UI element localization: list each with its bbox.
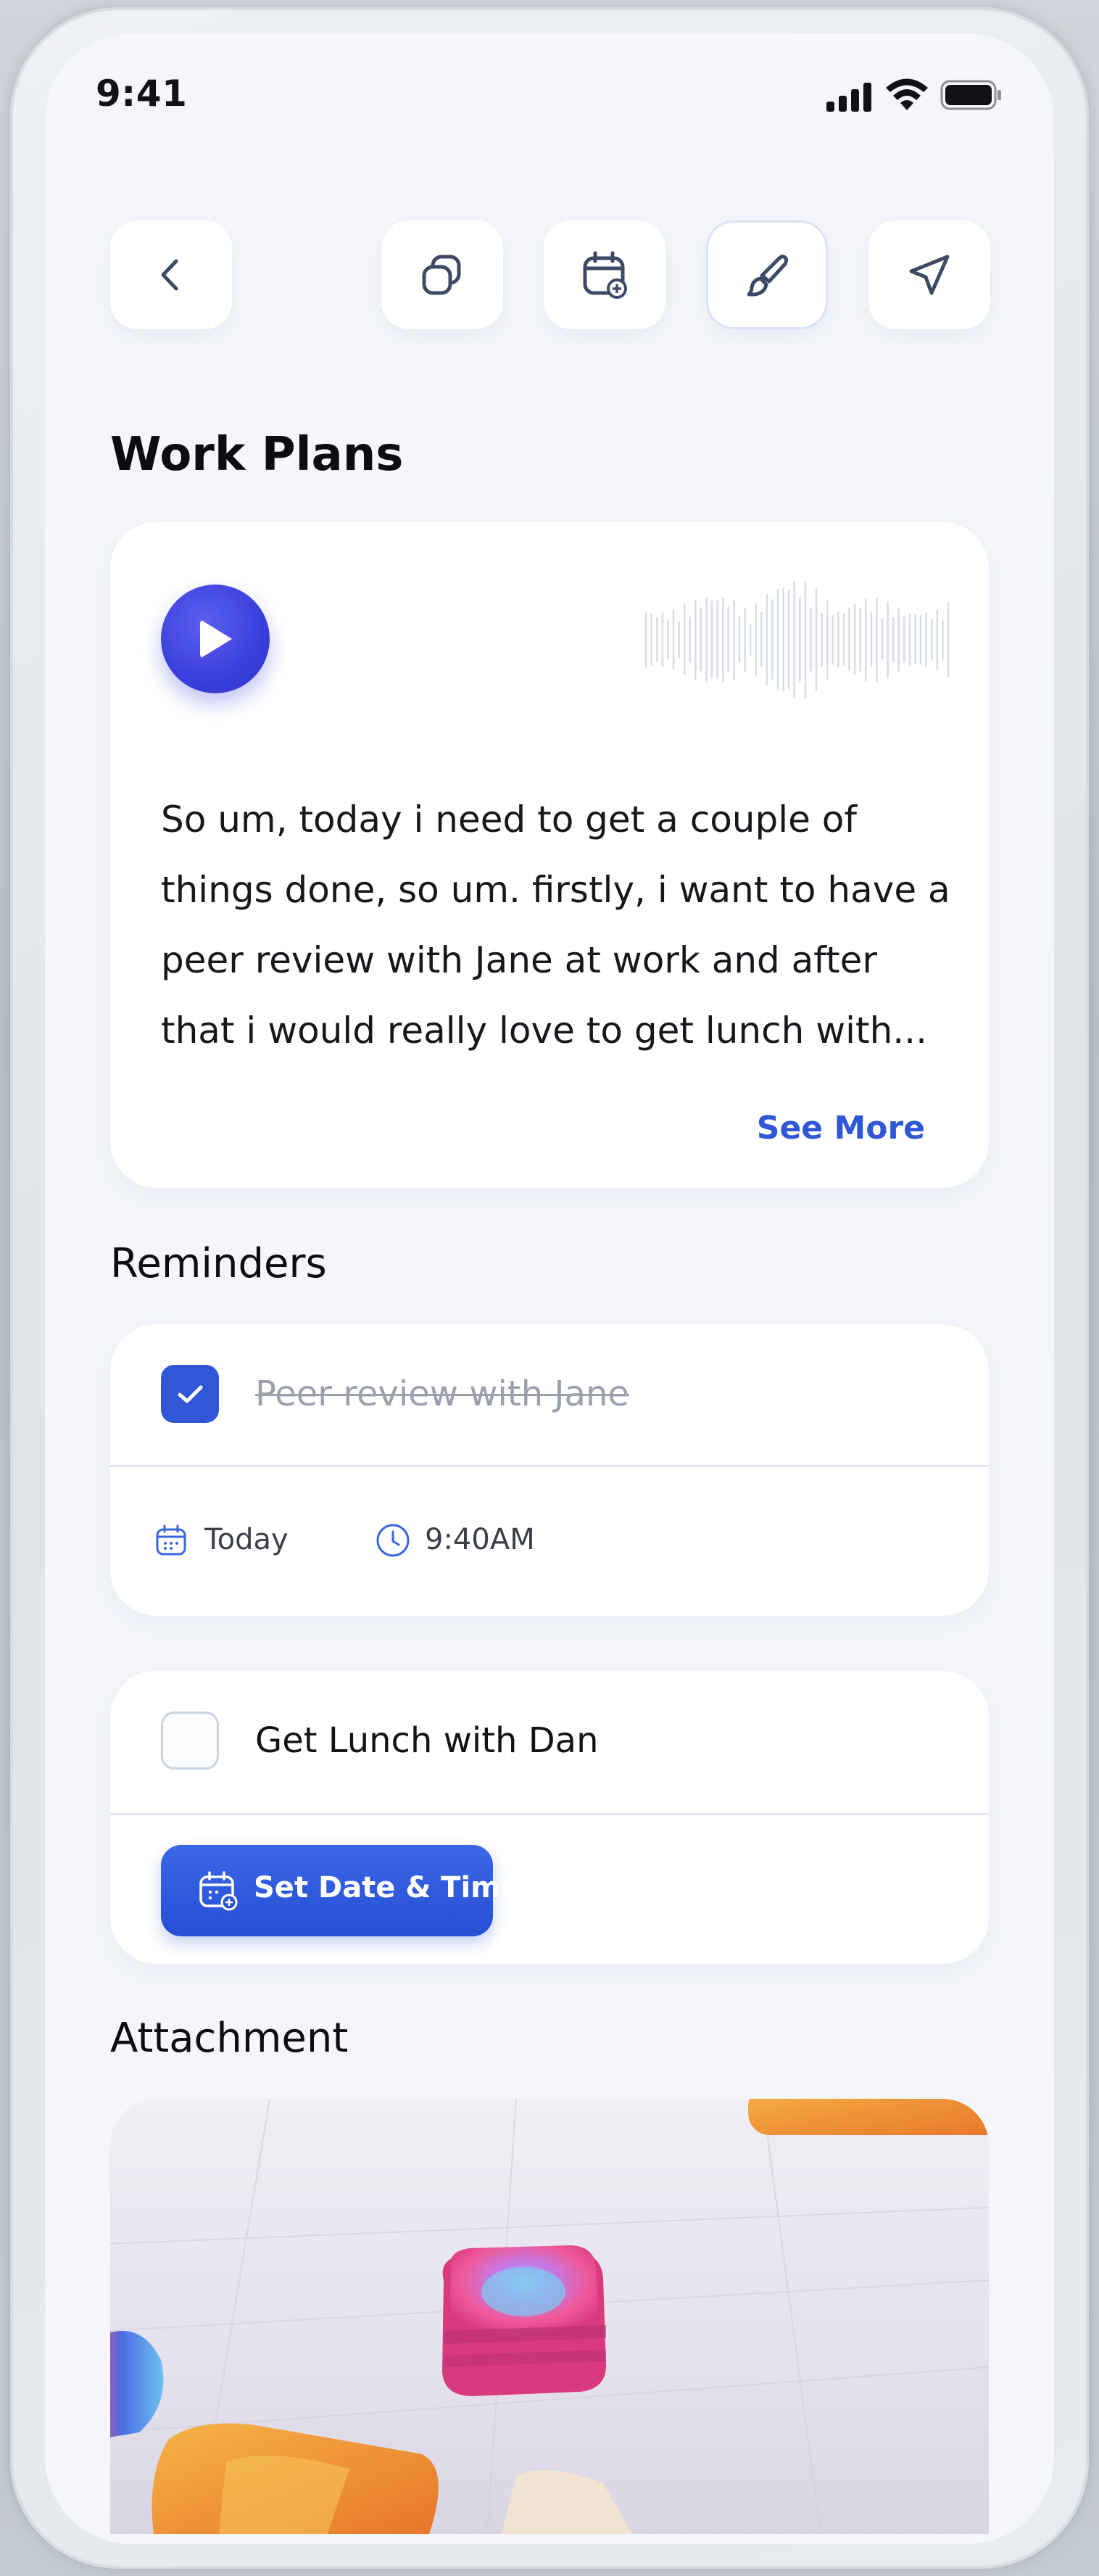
transcript-line: peer review with Jane at work and after [161, 939, 877, 981]
play-icon [200, 619, 232, 659]
reminder-card: Peer review with Jane Today 9:40AM [110, 1324, 989, 1616]
attachment-image[interactable] [110, 2099, 989, 2534]
transcript-line: So um, today i need to get a couple of [161, 798, 857, 841]
battery-icon [940, 80, 1001, 110]
check-icon [178, 1385, 203, 1403]
reminder-title: Get Lunch with Dan [255, 1720, 599, 1761]
attachment-heading: Attachment [110, 2015, 349, 2062]
reminder-card: Get Lunch with Dan Set Date & Time [110, 1671, 989, 1964]
attachment-illustration [110, 2099, 989, 2534]
send-icon [909, 255, 950, 295]
calendar-add-icon [583, 251, 627, 299]
divider [110, 1465, 989, 1467]
copy-button[interactable] [381, 220, 503, 329]
reminder-date[interactable]: Today [204, 1523, 289, 1556]
see-more-link[interactable]: See More [757, 1110, 925, 1147]
reminder-title: Peer review with Jane [255, 1374, 629, 1414]
transcript-line: that i would really love to get lunch wi… [161, 1010, 927, 1052]
signal-icon [826, 83, 871, 112]
clock-icon [376, 1524, 410, 1557]
divider [110, 1813, 989, 1815]
calendar-add-icon [199, 1871, 238, 1911]
audio-waveform[interactable] [291, 574, 951, 705]
back-button[interactable] [110, 220, 232, 329]
transcript-line: things done, so um. firstly, i want to h… [161, 869, 950, 911]
reminders-heading: Reminders [110, 1240, 327, 1287]
calendar-icon [156, 1524, 186, 1556]
copy-icon [422, 255, 461, 295]
play-button[interactable] [161, 585, 270, 693]
set-date-time-button[interactable]: Set Date & Time [161, 1845, 521, 1936]
note-title: Work Plans [110, 428, 404, 482]
brush-button[interactable] [706, 220, 828, 329]
brush-icon [747, 255, 789, 297]
reminder-checkbox-unchecked[interactable] [161, 1712, 219, 1770]
send-button[interactable] [868, 220, 990, 329]
schedule-button[interactable] [544, 220, 665, 329]
reminder-checkbox-checked[interactable] [161, 1365, 219, 1423]
transcript-text: So um, today i need to get a couple of t… [161, 785, 987, 1066]
set-date-time-label: Set Date & Time [254, 1871, 521, 1904]
chevron-left-icon [161, 259, 178, 291]
voice-note-card: So um, today i need to get a couple of t… [110, 522, 989, 1188]
wifi-icon [886, 78, 928, 110]
reminder-time[interactable]: 9:40AM [425, 1523, 535, 1556]
status-time: 9:41 [96, 73, 188, 115]
